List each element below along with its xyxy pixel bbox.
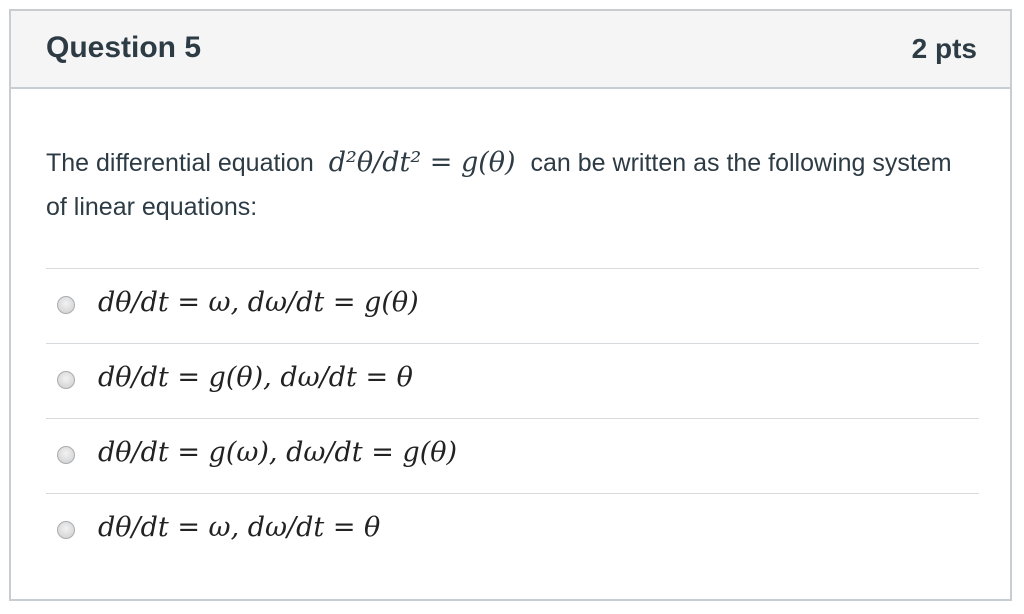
radio-button-3[interactable] <box>57 446 75 464</box>
answer-label-1[interactable]: dθ/dt = ω, dω/dt = g(θ) <box>98 287 419 318</box>
question-header: Question 5 2 pts <box>11 11 1010 89</box>
question-title: Question 5 <box>46 31 202 64</box>
answer-option-1[interactable]: dθ/dt = ω, dω/dt = g(θ) <box>46 269 979 344</box>
question-equation: d²θ/dt² = g(θ) <box>328 147 516 178</box>
answer-label-4[interactable]: dθ/dt = ω, dω/dt = θ <box>98 512 380 543</box>
answer-label-3[interactable]: dθ/dt = g(ω), dω/dt = g(θ) <box>98 437 457 468</box>
radio-button-1[interactable] <box>57 296 75 314</box>
answer-label-2[interactable]: dθ/dt = g(θ), dω/dt = θ <box>98 362 413 393</box>
radio-button-2[interactable] <box>57 371 75 389</box>
answer-option-3[interactable]: dθ/dt = g(ω), dω/dt = g(θ) <box>46 419 979 494</box>
question-text-before: The differential equation <box>46 149 314 177</box>
question-prompt: The differential equation d²θ/dt² = g(θ)… <box>46 141 966 229</box>
radio-button-4[interactable] <box>57 521 75 539</box>
answer-list: dθ/dt = ω, dω/dt = g(θ) dθ/dt = g(θ), dω… <box>46 268 979 568</box>
question-card: Question 5 2 pts The differential equati… <box>9 9 1012 601</box>
question-points: 2 pts <box>911 33 977 64</box>
answer-option-4[interactable]: dθ/dt = ω, dω/dt = θ <box>46 494 979 568</box>
answer-option-2[interactable]: dθ/dt = g(θ), dω/dt = θ <box>46 344 979 419</box>
